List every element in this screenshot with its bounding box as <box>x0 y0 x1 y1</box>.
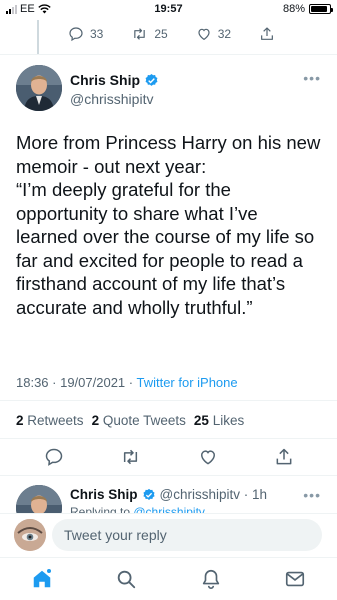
heart-icon[interactable] <box>198 447 218 467</box>
divider <box>0 475 337 476</box>
tab-messages[interactable] <box>280 564 310 594</box>
tweet-text-line: far and excited for people to read a <box>16 249 303 271</box>
share-icon <box>261 27 274 40</box>
replying-to: Replying to @chrisshipitv <box>70 505 205 513</box>
battery-fill <box>311 6 327 12</box>
tweet-text-line: firsthand account of my life that’s <box>16 273 286 294</box>
prev-share-button[interactable] <box>259 26 275 42</box>
tweet-text-line: opportunity to share what I’ve <box>16 202 258 224</box>
compose-bar <box>0 513 337 557</box>
prev-reply-count: 33 <box>90 27 104 41</box>
reply-input[interactable] <box>52 519 322 551</box>
my-avatar-image <box>14 519 46 551</box>
tab-bar <box>0 557 337 600</box>
tab-search[interactable] <box>111 564 141 594</box>
retweet-count: 2 <box>16 413 24 428</box>
prev-retweet-button[interactable]: 25 <box>131 26 168 42</box>
like-label: Likes <box>212 413 245 428</box>
prev-like-button[interactable]: 32 <box>196 26 231 42</box>
status-right: 88% <box>282 3 333 15</box>
reply-icon[interactable] <box>44 447 64 467</box>
tweet-text-line: accurate and wholly truthful.” <box>16 296 253 318</box>
retweet-icon[interactable] <box>120 447 141 467</box>
tweet-text: More from Princess Harry on his new memo… <box>16 131 328 319</box>
tweet-text-line: More from Princess Harry on his new <box>16 132 321 153</box>
tweet-timestamp: 18:36 · 19/07/2021 · <box>16 375 137 390</box>
retweet-icon <box>134 28 146 40</box>
quote-label: Quote Tweets <box>102 413 186 428</box>
search-icon <box>118 570 136 589</box>
tweet-actions <box>44 447 294 467</box>
prev-retweet-count: 25 <box>154 27 168 41</box>
prev-like-count: 32 <box>217 27 232 41</box>
previous-tweet-actions: 33 25 32 <box>68 24 288 44</box>
tweet-text-line: “I’m deeply grateful for the <box>16 179 231 200</box>
quote-tweets-stat[interactable]: 2 Quote Tweets <box>92 413 186 428</box>
tweet-source-link[interactable]: Twitter for iPhone <box>136 375 237 390</box>
thread-line <box>37 20 39 54</box>
retweets-stat[interactable]: 2 Retweets <box>16 413 84 428</box>
author-name-row: Chris Ship <box>70 72 159 88</box>
status-bar: EE 19:57 88% <box>0 0 337 20</box>
more-options-icon[interactable]: ••• <box>303 70 321 86</box>
quote-count: 2 <box>91 413 100 428</box>
battery-icon <box>309 4 333 14</box>
replying-to-handle[interactable]: @chrisshipitv <box>133 505 205 513</box>
avatar-image <box>16 65 62 111</box>
tweet-text-line: memoir - out next year: <box>16 155 207 177</box>
reply-author-handle[interactable]: @chrisshipitv · 1h <box>160 487 268 502</box>
messages-icon <box>285 571 304 587</box>
verified-badge-icon <box>142 488 155 500</box>
tab-notifications[interactable] <box>196 564 226 594</box>
author-handle[interactable]: @chrisshipitv <box>70 91 153 107</box>
share-icon[interactable] <box>274 447 294 467</box>
reply-header: Chris Ship @chrisshipitv · 1h <box>70 487 267 502</box>
retweet-label: Retweets <box>27 413 84 428</box>
tab-home[interactable] <box>27 564 57 594</box>
prev-reply-button[interactable]: 33 <box>68 26 103 42</box>
heart-icon <box>198 28 210 41</box>
divider <box>0 54 337 55</box>
likes-stat[interactable]: 25 Likes <box>194 413 244 428</box>
divider <box>0 400 337 401</box>
verified-badge-icon <box>145 73 158 86</box>
author-avatar[interactable] <box>16 65 62 111</box>
battery-percent: 88% <box>282 3 305 15</box>
divider <box>0 438 337 439</box>
notifications-icon <box>202 569 219 589</box>
author-name[interactable]: Chris Ship <box>70 72 140 88</box>
reply-author-name[interactable]: Chris Ship <box>70 487 138 502</box>
my-avatar <box>14 519 46 551</box>
tweet-meta: 18:36 · 19/07/2021 · Twitter for iPhone <box>16 375 238 390</box>
tweet-text-line: learned over the course of my life so <box>16 226 315 247</box>
like-count: 25 <box>193 413 209 428</box>
tweet-stats: 2 Retweets 2 Quote Tweets 25 Likes <box>16 413 244 428</box>
replying-prefix: Replying to <box>70 505 134 513</box>
reply-more-options-icon[interactable]: ••• <box>303 487 321 503</box>
reply-icon <box>69 27 83 42</box>
